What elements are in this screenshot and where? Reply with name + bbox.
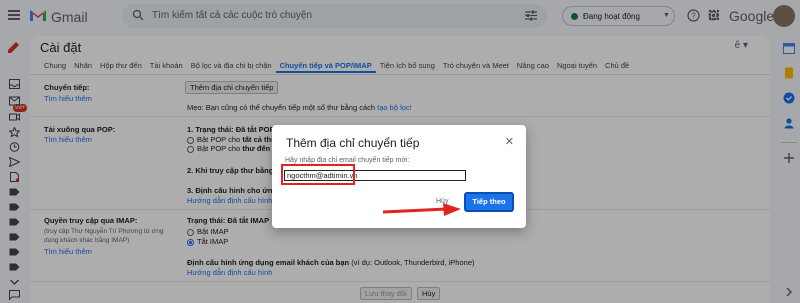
dialog-title: Thêm địa chỉ chuyển tiếp xyxy=(286,136,420,150)
annotation-arrow-icon xyxy=(383,203,461,216)
dialog-cancel-button[interactable]: Hủy xyxy=(436,198,448,205)
annotation-highlight-box xyxy=(281,164,355,185)
close-icon[interactable]: ✕ xyxy=(505,135,514,148)
next-button[interactable]: Tiếp theo xyxy=(464,192,514,212)
dialog-input-label: Hãy nhập địa chỉ email chuyển tiếp mới: xyxy=(285,157,410,164)
